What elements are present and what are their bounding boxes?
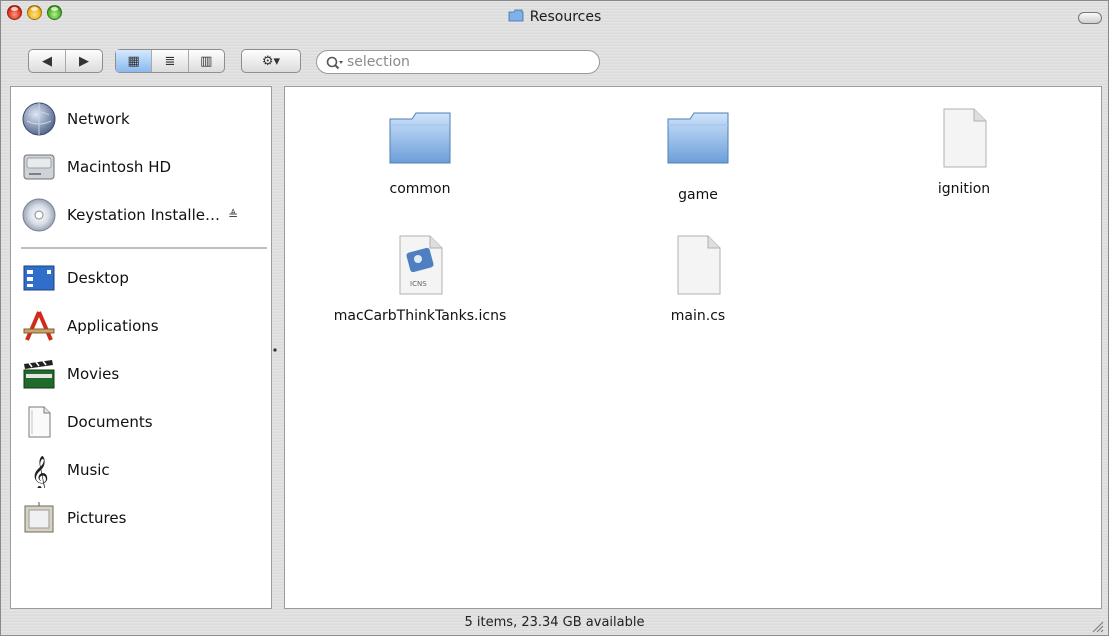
file-type-badge: ICNS: [410, 280, 427, 288]
title-bar[interactable]: Resources: [1, 1, 1108, 37]
sidebar-item-movies[interactable]: Movies: [21, 354, 261, 394]
sidebar-item-keystation-installer[interactable]: Keystation Installe… ≜: [21, 195, 261, 235]
folder-icon: [508, 9, 524, 22]
resize-grip-icon[interactable]: [1090, 617, 1104, 633]
status-bar: 5 items, 23.34 GB available: [1, 610, 1108, 635]
sidebar-item-label: Network: [67, 110, 130, 128]
sidebar-splitter-handle[interactable]: [273, 341, 279, 353]
icon-view-button[interactable]: ▦: [116, 50, 153, 72]
sidebar-item-label: Pictures: [67, 509, 127, 527]
window-title-text: Resources: [529, 9, 602, 25]
movies-icon: [21, 356, 57, 392]
file-name: game: [678, 187, 718, 203]
status-text: 5 items, 23.34 GB available: [464, 615, 645, 630]
folder-icon: [384, 112, 456, 173]
file-item-ignition[interactable]: ignition: [854, 105, 1074, 197]
toolbar-toggle-button[interactable]: [1078, 12, 1102, 24]
sidebar: Network Macintosh HD Keystation Installe…: [10, 86, 272, 609]
file-name: ignition: [937, 181, 991, 197]
desktop-icon: [21, 260, 57, 296]
window-title: Resources: [1, 9, 1108, 25]
file-browser-pane: common game ignition ICNS macCarbThinkTa…: [284, 86, 1102, 609]
eject-icon[interactable]: ≜: [228, 208, 238, 222]
file-item-maccarbthinktanks-icns[interactable]: ICNS macCarbThinkTanks.icns: [310, 232, 530, 324]
back-button[interactable]: ◀: [29, 50, 66, 72]
network-icon: [21, 101, 57, 137]
back-forward-control: ◀ ▶: [28, 49, 103, 73]
cd-icon: [21, 197, 57, 233]
file-item-main-cs[interactable]: main.cs: [588, 232, 808, 324]
sidebar-item-pictures[interactable]: Pictures: [21, 498, 261, 538]
hard-drive-icon: [21, 149, 57, 185]
gear-icon: ⚙▾: [261, 53, 281, 69]
sidebar-item-label: Keystation Installe…: [67, 206, 220, 224]
applications-icon: [21, 308, 57, 344]
finder-window: Resources ◀ ▶ ▦ ≣ ▥ ⚙▾ selection Network…: [0, 0, 1109, 636]
search-field[interactable]: selection: [316, 50, 600, 74]
sidebar-item-network[interactable]: Network: [21, 99, 261, 139]
folder-icon: [662, 112, 734, 173]
search-placeholder: selection: [347, 54, 410, 70]
sidebar-item-applications[interactable]: Applications: [21, 306, 261, 346]
file-item-common[interactable]: common: [310, 105, 530, 197]
sidebar-item-label: Applications: [67, 317, 159, 335]
sidebar-item-music[interactable]: 𝄞 Music: [21, 450, 261, 492]
action-menu-button[interactable]: ⚙▾: [241, 49, 301, 73]
file-name: macCarbThinkTanks.icns: [333, 308, 507, 324]
document-icon: [932, 108, 996, 173]
file-item-game[interactable]: game: [588, 105, 808, 203]
search-icon: [326, 55, 344, 77]
document-icon: [666, 235, 730, 300]
forward-button[interactable]: ▶: [66, 50, 102, 72]
list-view-button[interactable]: ≣: [152, 50, 189, 72]
sidebar-item-label: Documents: [67, 413, 153, 431]
column-view-button[interactable]: ▥: [189, 50, 224, 72]
pictures-icon: [21, 500, 57, 536]
file-name: main.cs: [670, 308, 726, 324]
sidebar-item-label: Music: [67, 461, 110, 479]
sidebar-item-desktop[interactable]: Desktop: [21, 258, 261, 298]
sidebar-item-documents[interactable]: Documents: [21, 402, 261, 442]
file-name: common: [389, 181, 451, 197]
documents-icon: [21, 404, 57, 440]
sidebar-item-label: Macintosh HD: [67, 158, 172, 176]
sidebar-item-label: Movies: [67, 365, 120, 383]
sidebar-item-macintosh-hd[interactable]: Macintosh HD: [21, 147, 261, 187]
sidebar-divider: [21, 247, 267, 249]
music-icon: 𝄞: [21, 452, 57, 492]
view-mode-control: ▦ ≣ ▥: [115, 49, 225, 73]
sidebar-item-label: Desktop: [67, 269, 129, 287]
svg-text:𝄞: 𝄞: [31, 456, 49, 488]
toolbar: ◀ ▶ ▦ ≣ ▥ ⚙▾ selection: [1, 39, 1108, 85]
